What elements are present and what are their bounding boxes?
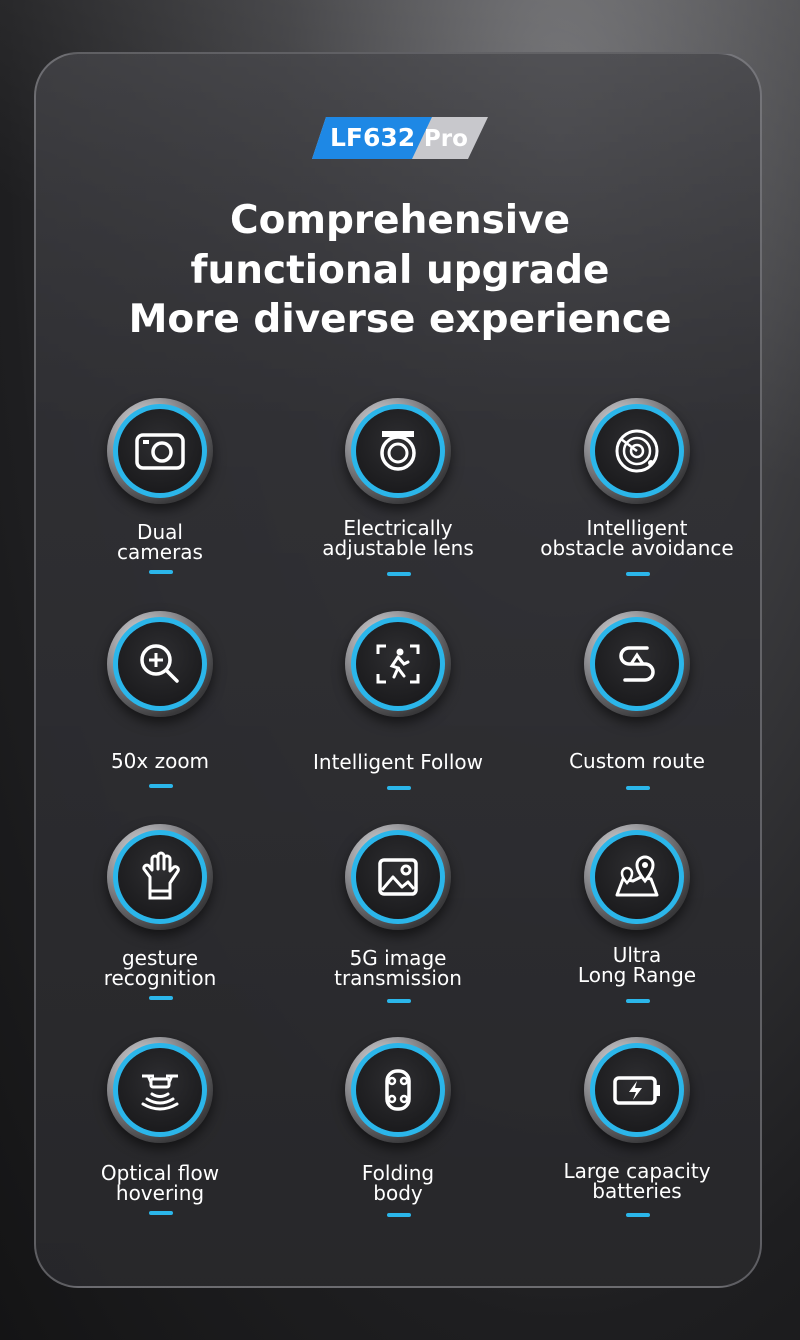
image-icon <box>378 858 418 896</box>
feature-label: Ultra Long Range <box>577 943 697 987</box>
radar-icon <box>615 429 659 473</box>
feature-image-transmission: 5G image transmission <box>278 824 518 1024</box>
feature-label: Large capacity batteries <box>563 1159 711 1203</box>
accent-dash <box>149 570 173 574</box>
feature-label: Intelligent obstacle avoidance <box>540 516 734 560</box>
feature-dual-cameras: Dual cameras <box>40 398 280 598</box>
accent-dash <box>149 996 173 1000</box>
feature-intelligent-follow: Intelligent Follow <box>278 611 518 811</box>
feature-folding-body: Folding body <box>278 1037 518 1237</box>
camera-icon <box>135 433 185 470</box>
folding-body-icon <box>385 1069 411 1111</box>
feature-long-range: Ultra Long Range <box>517 824 757 1024</box>
headline-line-3: More diverse experience <box>128 297 672 342</box>
badge-model: LF632 <box>330 123 416 152</box>
feature-zoom: 50x zoom <box>40 611 280 811</box>
headline-line-2: functional upgrade <box>190 248 610 293</box>
zoom-icon <box>140 644 179 683</box>
accent-dash <box>626 786 650 790</box>
drone-hover-icon <box>141 1074 179 1111</box>
feature-label: 5G image transmission <box>334 946 462 990</box>
feature-label: Electrically adjustable lens <box>322 516 474 560</box>
model-badge: LF632 Pro <box>312 117 488 159</box>
accent-dash <box>626 572 650 576</box>
map-location-icon <box>615 855 659 897</box>
feature-label: 50x zoom <box>110 749 210 773</box>
feature-label: Optical flow hovering <box>100 1161 220 1205</box>
feature-custom-route: Custom route <box>517 611 757 811</box>
accent-dash <box>387 572 411 576</box>
accent-dash <box>149 1211 173 1215</box>
feature-label: Intelligent Follow <box>313 750 483 774</box>
feature-label: Custom route <box>569 749 705 773</box>
headline-line-1: Comprehensive <box>229 198 571 243</box>
feature-label: Folding body <box>361 1161 435 1205</box>
accent-dash <box>387 1213 411 1217</box>
accent-dash <box>149 784 173 788</box>
accent-dash <box>626 1213 650 1217</box>
feature-obstacle-avoidance: Intelligent obstacle avoidance <box>517 398 757 598</box>
feature-gesture-recognition: gesture recognition <box>40 824 280 1024</box>
badge-suffix: Pro <box>423 126 468 152</box>
lens-icon <box>380 431 416 471</box>
accent-dash <box>387 786 411 790</box>
feature-label: Dual cameras <box>117 520 203 564</box>
feature-large-batteries: Large capacity batteries <box>517 1037 757 1237</box>
battery-icon <box>613 1076 660 1105</box>
feature-optical-flow-hovering: Optical flow hovering <box>40 1037 280 1237</box>
accent-dash <box>626 999 650 1003</box>
hand-gesture-icon <box>142 851 180 900</box>
feature-adjustable-lens: Electrically adjustable lens <box>278 398 518 598</box>
route-icon <box>619 646 655 682</box>
accent-dash <box>387 999 411 1003</box>
follow-icon <box>376 644 420 684</box>
feature-label: gesture recognition <box>103 946 217 990</box>
